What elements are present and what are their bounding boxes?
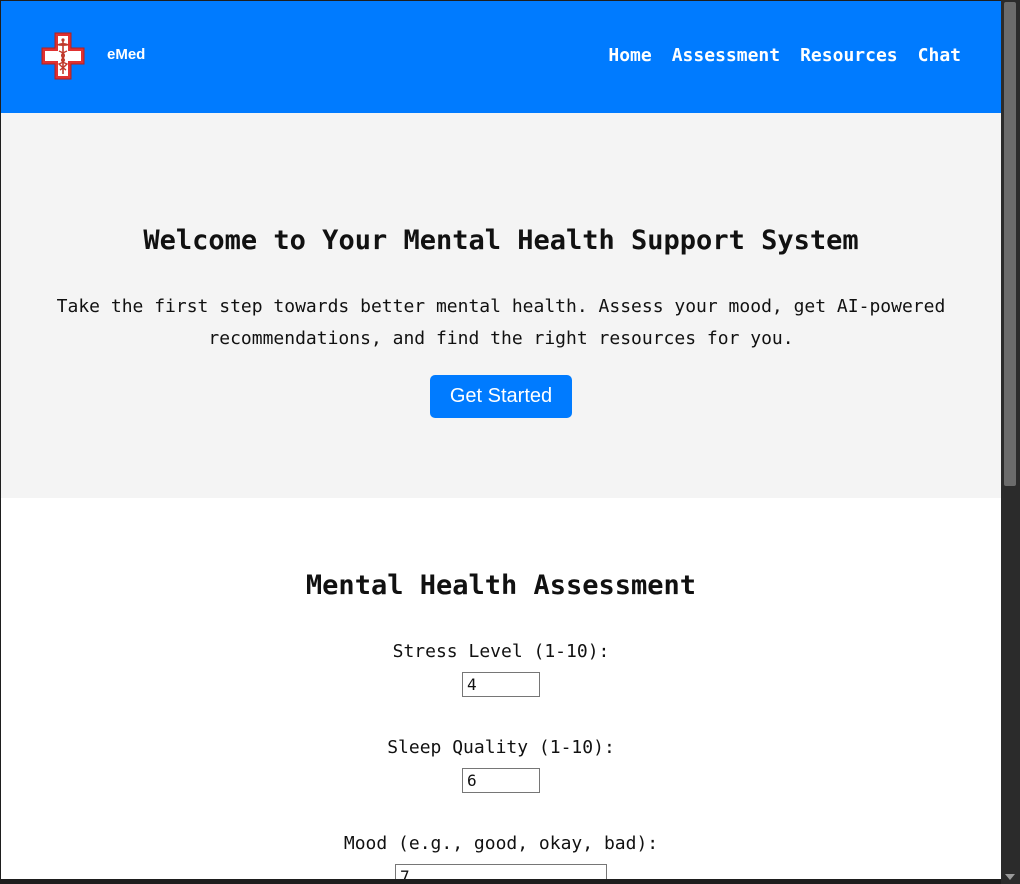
- sleep-quality-label: Sleep Quality (1-10):: [387, 737, 615, 758]
- assessment-section: Mental Health Assessment Stress Level (1…: [1, 498, 1001, 879]
- mood-label: Mood (e.g., good, okay, bad):: [343, 833, 659, 854]
- stress-level-input[interactable]: [462, 672, 540, 697]
- scroll-down-arrow-icon[interactable]: [1005, 874, 1015, 880]
- hero-title: Welcome to Your Mental Health Support Sy…: [143, 225, 859, 256]
- scrollbar-thumb[interactable]: [1004, 2, 1016, 486]
- browser-viewport: eMed Home Assessment Resources Chat Welc…: [1, 1, 1001, 879]
- hero-section: Welcome to Your Mental Health Support Sy…: [1, 113, 1001, 498]
- medical-cross-caduceus-icon[interactable]: [40, 31, 86, 81]
- sleep-quality-input[interactable]: [462, 768, 540, 793]
- mood-input[interactable]: [395, 864, 607, 879]
- nav-assessment-link[interactable]: Assessment: [672, 45, 780, 66]
- assessment-title: Mental Health Assessment: [305, 570, 697, 601]
- brand-name[interactable]: eMed: [107, 46, 145, 63]
- nav-home-link[interactable]: Home: [608, 45, 651, 66]
- nav-chat-link[interactable]: Chat: [918, 45, 961, 66]
- vertical-scrollbar[interactable]: [1001, 0, 1020, 884]
- site-header: eMed Home Assessment Resources Chat: [1, 1, 1001, 113]
- nav-resources-link[interactable]: Resources: [800, 45, 898, 66]
- get-started-button[interactable]: Get Started: [430, 375, 572, 418]
- main-nav: Home Assessment Resources Chat: [608, 45, 961, 66]
- stress-level-label: Stress Level (1-10):: [392, 641, 610, 662]
- hero-description: Take the first step towards better menta…: [56, 296, 946, 349]
